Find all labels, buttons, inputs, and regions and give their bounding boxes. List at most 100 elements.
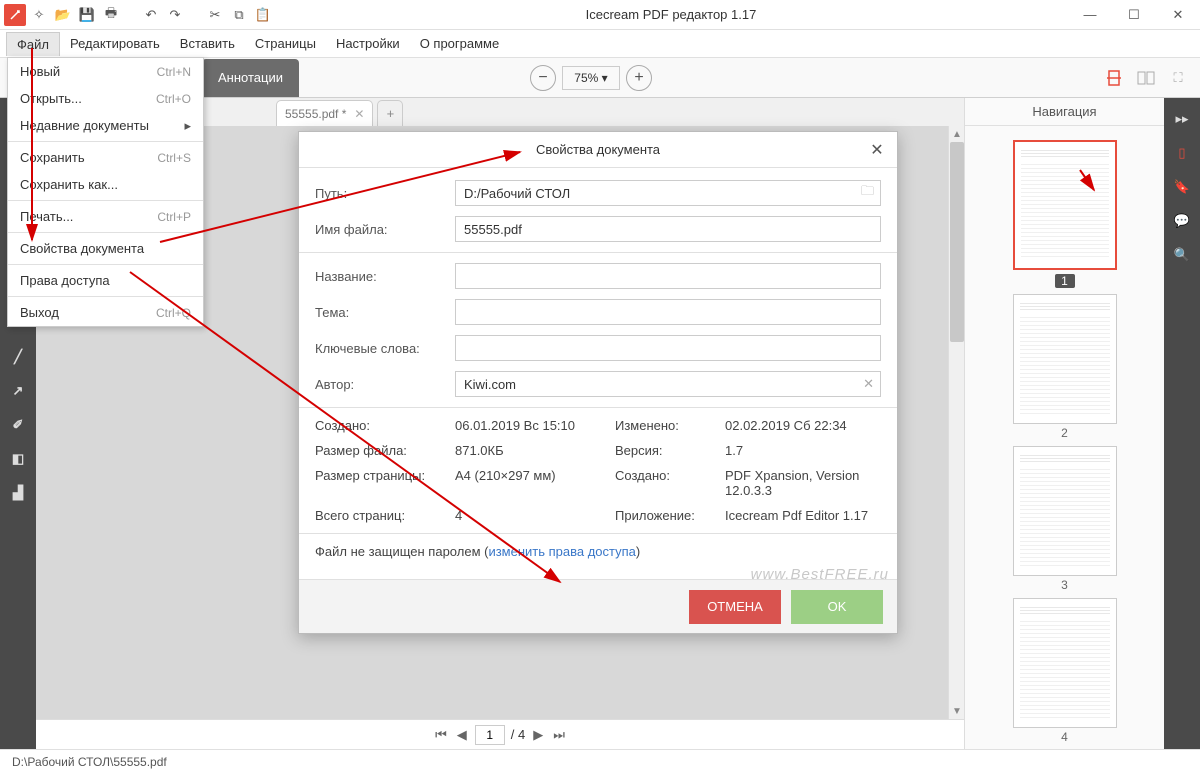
- path-label: Путь:: [315, 186, 455, 201]
- last-page-button[interactable]: ⏭: [551, 727, 567, 743]
- first-page-button[interactable]: ⏮: [433, 727, 449, 743]
- subject-label: Тема:: [315, 305, 455, 320]
- save-icon[interactable]: 💾: [76, 4, 98, 26]
- ok-button[interactable]: OK: [791, 590, 883, 624]
- status-path: D:\Рабочий СТОЛ\55555.pdf: [12, 755, 167, 769]
- menu-item-permissions[interactable]: Права доступа: [8, 267, 203, 294]
- tab-close-icon[interactable]: ✕: [354, 107, 364, 121]
- menu-item-properties[interactable]: Свойства документа: [8, 235, 203, 262]
- thumbnail-2[interactable]: 2: [1013, 294, 1117, 440]
- menu-item-new[interactable]: НовыйCtrl+N: [8, 58, 203, 85]
- browse-icon[interactable]: 🗀: [861, 182, 874, 204]
- cut-icon[interactable]: ✂: [204, 4, 226, 26]
- zoom-value[interactable]: 75% ▾: [562, 66, 620, 90]
- next-page-button[interactable]: ▶: [531, 727, 545, 743]
- paste-icon[interactable]: 📋: [252, 4, 274, 26]
- menu-item-save[interactable]: СохранитьCtrl+S: [8, 144, 203, 171]
- maximize-button[interactable]: ☐: [1112, 0, 1156, 30]
- page-navigation: ⏮ ◀ / 4 ▶ ⏭: [36, 719, 964, 749]
- search-icon[interactable]: 🔍: [1164, 238, 1200, 272]
- navigation-panel: Навигация 1 2 3 4: [964, 98, 1164, 749]
- scroll-down-icon[interactable]: ▼: [949, 703, 965, 719]
- menu-edit[interactable]: Редактировать: [60, 32, 170, 55]
- thumbnail-1[interactable]: 1: [1013, 140, 1117, 288]
- modified-value: 02.02.2019 Сб 22:34: [725, 418, 881, 433]
- zoom-out-button[interactable]: −: [530, 65, 556, 91]
- protection-text: Файл не защищен паролем (изменить права …: [315, 544, 881, 559]
- totalpages-label: Всего страниц:: [315, 508, 455, 523]
- document-properties-dialog: Свойства документа ✕ Путь:D:/Рабочий СТО…: [298, 131, 898, 634]
- menu-item-exit[interactable]: ВыходCtrl+Q: [8, 299, 203, 326]
- close-button[interactable]: ✕: [1156, 0, 1200, 30]
- app-logo-icon: [4, 4, 26, 26]
- quick-access-toolbar: ✧ 📂 💾 🖶 ↶ ↷ ✂ ⧉ 📋: [0, 4, 274, 26]
- print-icon[interactable]: 🖶: [100, 4, 122, 26]
- menu-item-open[interactable]: Открыть...Ctrl+O: [8, 85, 203, 112]
- dialog-close-button[interactable]: ✕: [867, 140, 887, 160]
- copy-icon[interactable]: ⧉: [228, 4, 250, 26]
- status-bar: D:\Рабочий СТОЛ\55555.pdf: [0, 749, 1200, 773]
- comments-icon[interactable]: 💬: [1164, 204, 1200, 238]
- change-permissions-link[interactable]: изменить права доступа: [488, 544, 635, 559]
- menu-pages[interactable]: Страницы: [245, 32, 326, 55]
- pages-icon[interactable]: ▯: [1164, 136, 1200, 170]
- navigation-title: Навигация: [965, 98, 1164, 126]
- menu-about[interactable]: О программе: [410, 32, 510, 55]
- menu-file[interactable]: Файл: [6, 32, 60, 56]
- view-mode-buttons: ⛶: [1102, 66, 1190, 90]
- cancel-button[interactable]: ОТМЕНА: [689, 590, 781, 624]
- menu-settings[interactable]: Настройки: [326, 32, 410, 55]
- redo-icon[interactable]: ↷: [164, 4, 186, 26]
- menu-insert[interactable]: Вставить: [170, 32, 245, 55]
- document-tab[interactable]: 55555.pdf *✕: [276, 100, 373, 126]
- stamp-tool-icon[interactable]: ▟: [0, 476, 36, 510]
- arrow-tool-icon[interactable]: ↗: [0, 374, 36, 408]
- creator-label: Создано:: [615, 468, 725, 498]
- creator-value: PDF Xpansion, Version 12.0.3.3: [725, 468, 881, 498]
- single-page-icon[interactable]: [1102, 66, 1126, 90]
- clear-icon[interactable]: ✕: [863, 376, 874, 392]
- thumbnail-3[interactable]: 3: [1013, 446, 1117, 592]
- add-tab-button[interactable]: +: [377, 100, 403, 126]
- menu-item-recent[interactable]: Недавние документы▸: [8, 112, 203, 139]
- author-field[interactable]: Kiwi.com✕: [455, 371, 881, 397]
- name-field[interactable]: [455, 263, 881, 289]
- file-menu-dropdown: НовыйCtrl+N Открыть...Ctrl+O Недавние до…: [7, 57, 204, 327]
- zoom-in-button[interactable]: +: [626, 65, 652, 91]
- keywords-field[interactable]: [455, 335, 881, 361]
- prev-page-button[interactable]: ◀: [455, 727, 469, 743]
- page-input[interactable]: [475, 725, 505, 745]
- annotations-tab[interactable]: Аннотации: [202, 59, 299, 97]
- menu-item-saveas[interactable]: Сохранить как...: [8, 171, 203, 198]
- path-field[interactable]: D:/Рабочий СТОЛ🗀: [455, 180, 881, 206]
- subject-field[interactable]: [455, 299, 881, 325]
- menu-bar: Файл Редактировать Вставить Страницы Нас…: [0, 30, 1200, 58]
- fullscreen-icon[interactable]: ⛶: [1166, 66, 1190, 90]
- new-icon[interactable]: ✧: [28, 4, 50, 26]
- zoom-controls: − 75% ▾ +: [530, 65, 652, 91]
- title-bar: ✧ 📂 💾 🖶 ↶ ↷ ✂ ⧉ 📋 Icecream PDF редактор …: [0, 0, 1200, 30]
- scroll-up-icon[interactable]: ▲: [949, 126, 965, 142]
- thumbnail-4[interactable]: 4: [1013, 598, 1117, 744]
- pagesize-value: A4 (210×297 мм): [455, 468, 615, 498]
- two-page-icon[interactable]: [1134, 66, 1158, 90]
- open-icon[interactable]: 📂: [52, 4, 74, 26]
- minimize-button[interactable]: —: [1068, 0, 1112, 30]
- totalpages-value: 4: [455, 508, 615, 523]
- undo-icon[interactable]: ↶: [140, 4, 162, 26]
- filesize-value: 871.0КБ: [455, 443, 615, 458]
- version-label: Версия:: [615, 443, 725, 458]
- line-tool-icon[interactable]: ╱: [0, 340, 36, 374]
- filename-field[interactable]: 55555.pdf: [455, 216, 881, 242]
- bookmarks-icon[interactable]: 🔖: [1164, 170, 1200, 204]
- eraser-tool-icon[interactable]: ◧: [0, 442, 36, 476]
- menu-item-print[interactable]: Печать...Ctrl+P: [8, 203, 203, 230]
- dialog-footer: ОТМЕНА OK: [299, 579, 897, 633]
- collapse-icon[interactable]: ▸▸: [1164, 102, 1200, 136]
- scroll-thumb[interactable]: [950, 142, 964, 342]
- version-value: 1.7: [725, 443, 881, 458]
- vertical-scrollbar[interactable]: ▲ ▼: [948, 126, 964, 719]
- right-sidebar: ▸▸ ▯ 🔖 💬 🔍: [1164, 98, 1200, 749]
- created-value: 06.01.2019 Вс 15:10: [455, 418, 615, 433]
- pencil-tool-icon[interactable]: ✐: [0, 408, 36, 442]
